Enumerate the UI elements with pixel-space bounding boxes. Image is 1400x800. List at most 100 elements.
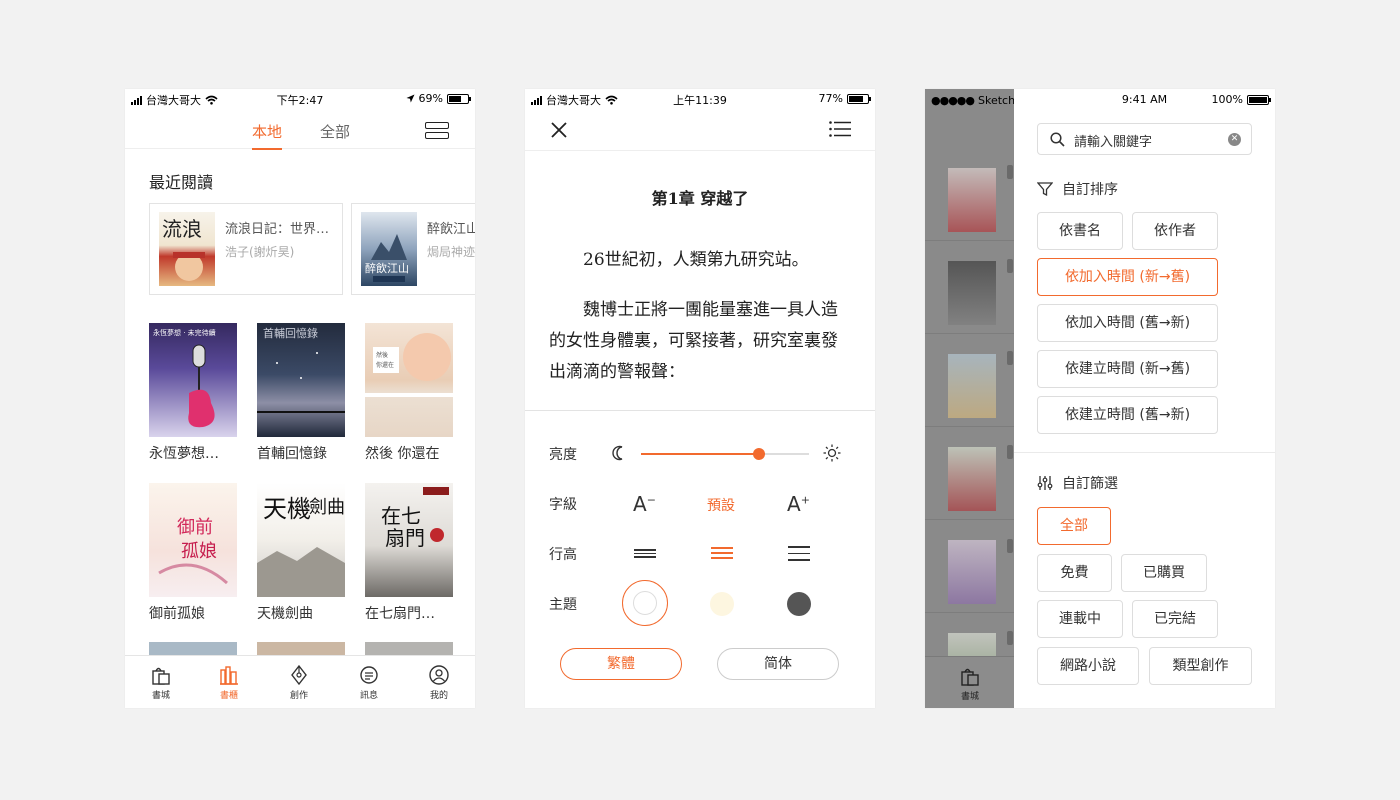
book-cover [948, 261, 996, 325]
shopping-bag-icon [961, 668, 979, 686]
book-cover: 永恆夢想 · 未完待續 [149, 323, 237, 437]
book-title: 御前孤娘 [149, 606, 205, 622]
sort-section-header: 自訂排序 [1037, 179, 1118, 199]
recent-book-title: 醉飲江山 [427, 222, 475, 237]
slider-handle[interactable] [752, 448, 765, 460]
chat-bubble-icon [360, 666, 378, 684]
book-item[interactable]: 在七 扇門 在七扇門… [365, 483, 453, 623]
battery-percent: 100% [1211, 93, 1243, 106]
sort-created-new-old-button[interactable]: 依建立時間 (新→舊) [1037, 350, 1218, 388]
book-cover: 天機 劍曲 [257, 483, 345, 597]
book-item[interactable]: 然後 你還在 然後 你還在 [365, 323, 453, 463]
line-height-label: 行高 [549, 547, 577, 563]
book-title: 天機劍曲 [257, 606, 313, 622]
book-item[interactable]: 天機 劍曲 天機劍曲 [257, 483, 345, 623]
font-smaller-glyph: A [633, 492, 647, 516]
layout-toggle-icon[interactable] [425, 122, 449, 140]
list-item [925, 148, 1014, 241]
filter-free-button[interactable]: 免費 [1037, 554, 1112, 592]
tab-bookshelf[interactable]: 書櫃 [207, 664, 251, 701]
filter-completed-button[interactable]: 已完結 [1132, 600, 1218, 638]
line-height-compact[interactable] [634, 549, 656, 558]
book-item[interactable]: 永恆夢想 · 未完待續 永恆夢想… [149, 323, 237, 463]
filter-all-button[interactable]: 全部 [1037, 507, 1111, 545]
font-larger-glyph: A [787, 492, 801, 516]
font-smaller-button[interactable]: A− [633, 492, 656, 516]
line-height-loose[interactable] [788, 546, 810, 561]
font-larger-button[interactable]: A+ [787, 492, 810, 516]
book-title: 在七扇門… [365, 606, 435, 622]
clear-search-icon[interactable]: ✕ [1228, 133, 1241, 146]
sort-by-title-button[interactable]: 依書名 [1037, 212, 1123, 250]
brightness-slider[interactable] [641, 448, 809, 460]
recent-book-title: 流浪日記：世界… [225, 222, 330, 237]
bottom-tab-bar: 書城 書櫃 創作 訊息 我的 [125, 655, 475, 708]
theme-sepia-swatch[interactable] [710, 592, 734, 616]
book-cover: 流浪 [159, 212, 215, 286]
tab-create[interactable]: 創作 [277, 664, 321, 701]
svg-text:永恆夢想 · 未完待續: 永恆夢想 · 未完待續 [153, 328, 216, 337]
tab-label: 創作 [289, 691, 308, 701]
svg-text:然後: 然後 [376, 351, 388, 359]
sort-added-old-new-button[interactable]: 依加入時間 (舊→新) [1037, 304, 1218, 342]
location-arrow-icon [406, 94, 415, 103]
tab-label: 書城 [960, 692, 979, 702]
table-of-contents-icon[interactable] [829, 121, 851, 137]
svg-text:醉飲江山: 醉飲江山 [365, 261, 409, 275]
book-item[interactable]: 首輔回憶錄 首輔回憶錄 [257, 323, 345, 463]
book-cover: 然後 你還在 [365, 323, 453, 437]
recent-book-card[interactable]: 流浪 流浪日記：世界… 浩子(謝炘昊) [149, 203, 343, 295]
theme-dark-swatch[interactable] [787, 592, 811, 616]
filter-genre-creation-button[interactable]: 類型創作 [1149, 647, 1252, 685]
line-height-medium[interactable] [711, 547, 733, 559]
filter-drawer: 9:41 AM 100% 請輸入關鍵字 ✕ 自訂排序 依書名 依作者 依加入時間… [1014, 89, 1275, 708]
traditional-chinese-button[interactable]: 繁體 [560, 648, 682, 680]
close-icon[interactable] [550, 121, 568, 139]
sort-created-old-new-button[interactable]: 依建立時間 (舊→新) [1037, 396, 1218, 434]
book-cover [948, 168, 996, 232]
font-default-button[interactable]: 預設 [707, 495, 735, 515]
filter-ongoing-button[interactable]: 連載中 [1037, 600, 1123, 638]
paragraph: 26世紀初，人類第九研究站。 [583, 250, 809, 270]
sliders-icon [1037, 476, 1053, 490]
font-smaller-sign: − [646, 493, 656, 507]
tab-profile[interactable]: 我的 [417, 664, 461, 701]
sort-added-new-old-button[interactable]: 依加入時間 (新→舊) [1037, 258, 1218, 296]
book-title: 首輔回憶錄 [257, 446, 327, 462]
tab-local[interactable]: 本地 [252, 121, 283, 150]
tab-all[interactable]: 全部 [320, 121, 350, 142]
signal-dots-icon: ●●●●● [931, 94, 975, 107]
svg-text:流浪: 流浪 [162, 217, 202, 241]
pen-nib-icon [291, 664, 307, 686]
sort-title: 自訂排序 [1062, 182, 1118, 198]
battery-percent: 69% [418, 92, 443, 105]
divider [1014, 452, 1275, 453]
tab-bookstore[interactable]: 書城 [139, 664, 183, 701]
status-bar: 台灣大哥大 上午11:39 77% [525, 89, 875, 109]
filter-web-novel-button[interactable]: 網路小說 [1037, 647, 1139, 685]
filter-section-header: 自訂篩選 [1037, 473, 1118, 493]
list-item [925, 520, 1014, 613]
battery-percent: 77% [818, 92, 843, 105]
sort-by-author-button[interactable]: 依作者 [1132, 212, 1218, 250]
filter-drawer-screen: ●●●●● Sketch 書城 9:41 AM 100% 請輸入關鍵字 ✕ 自訂… [925, 89, 1275, 708]
recent-book-card[interactable]: 醉飲江山 醉飲江山 焗局神迹 [351, 203, 475, 295]
tab-messages[interactable]: 訊息 [347, 664, 391, 701]
search-input[interactable]: 請輸入關鍵字 ✕ [1037, 123, 1252, 155]
book-item[interactable]: 御前 孤娘 御前孤娘 [149, 483, 237, 623]
recent-book-author: 浩子(謝炘昊) [225, 245, 295, 259]
book-cover: 御前 孤娘 [149, 483, 237, 597]
dimmed-bookshelf[interactable]: ●●●●● Sketch 書城 [925, 89, 1031, 708]
theme-label: 主題 [549, 597, 577, 613]
filter-purchased-button[interactable]: 已購買 [1121, 554, 1207, 592]
book-cover: 首輔回憶錄 [257, 323, 345, 437]
book-cover: 在七 扇門 [365, 483, 453, 597]
status-right: 100% [1211, 93, 1271, 106]
simplified-chinese-button[interactable]: 简体 [717, 648, 839, 680]
svg-text:劍曲: 劍曲 [309, 497, 345, 518]
theme-option-selected-ring[interactable] [622, 580, 668, 626]
tab-label: 我的 [429, 691, 448, 701]
svg-text:你還在: 你還在 [376, 361, 394, 369]
list-item [925, 334, 1014, 427]
brightness-label: 亮度 [549, 447, 577, 463]
